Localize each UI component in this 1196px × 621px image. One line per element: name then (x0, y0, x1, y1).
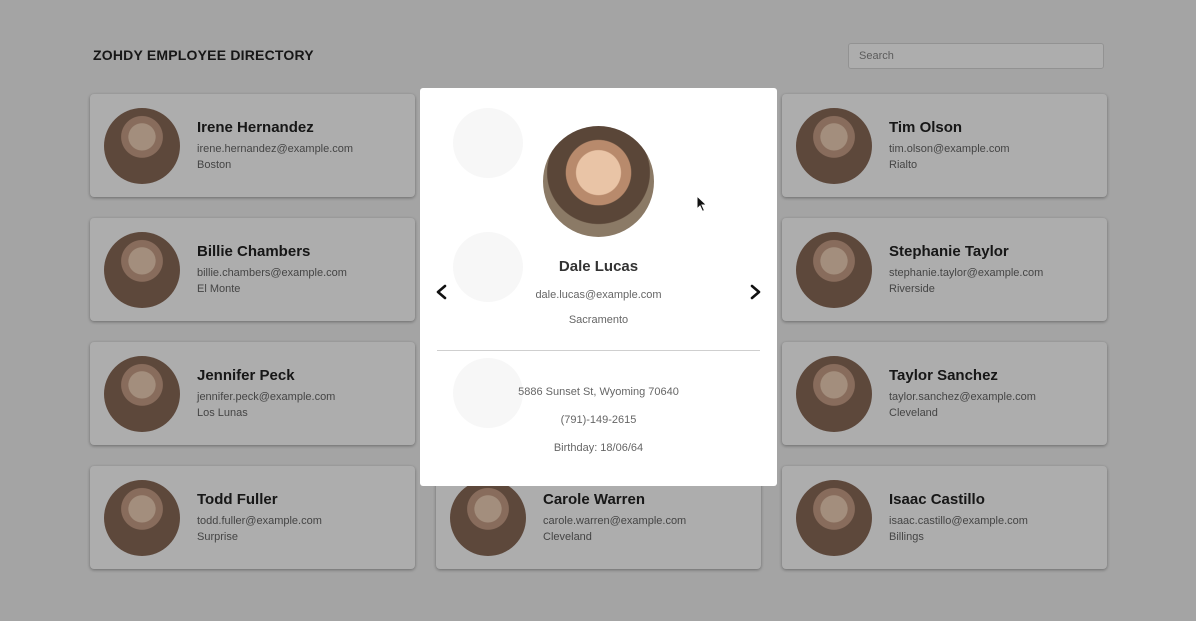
modal-email: dale.lucas@example.com (535, 289, 662, 301)
modal-avatar (543, 126, 654, 237)
modal-phone: (791)-149-2615 (560, 414, 637, 426)
mouse-cursor-icon (696, 194, 708, 218)
chevron-right-icon[interactable] (745, 280, 765, 304)
ghost-avatar (453, 108, 523, 178)
modal-city: Sacramento (568, 314, 629, 326)
modal-birthday: Birthday: 18/06/64 (553, 442, 644, 454)
modal-address: 5886 Sunset St, Wyoming 70640 (518, 386, 679, 398)
modal-name: Dale Lucas (558, 258, 639, 275)
employee-modal: Dale Lucas dale.lucas@example.com Sacram… (420, 88, 777, 486)
chevron-left-icon[interactable] (432, 280, 452, 304)
divider (437, 350, 760, 351)
